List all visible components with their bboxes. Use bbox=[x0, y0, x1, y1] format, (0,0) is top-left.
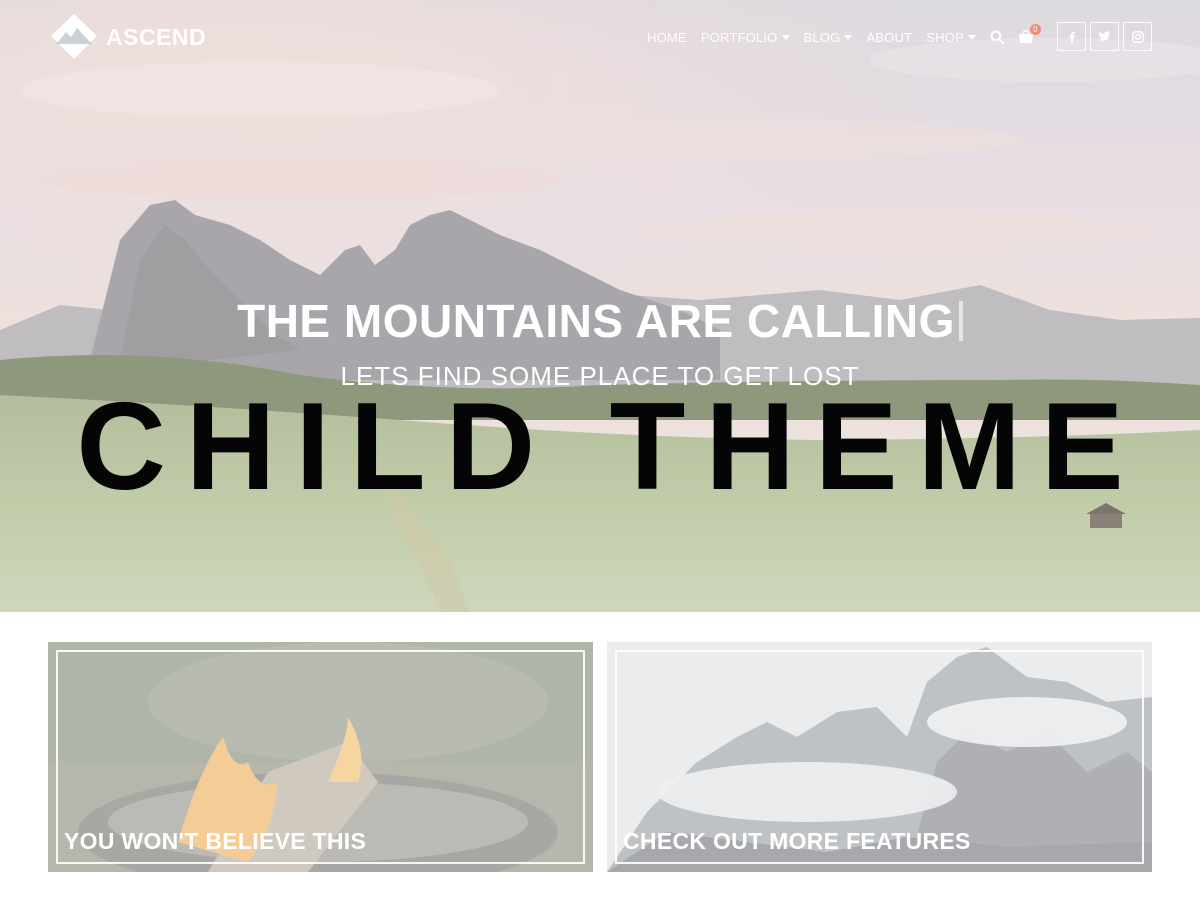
nav-item-label: SHOP bbox=[926, 29, 964, 45]
hero-title: THE MOUNTAINS ARE CALLING bbox=[0, 294, 1200, 348]
card-title: CHECK OUT MORE FEATURES bbox=[623, 828, 971, 854]
nav-item-label: ABOUT bbox=[866, 29, 913, 45]
feature-card-mountains[interactable]: CHECK OUT MORE FEATURES bbox=[607, 642, 1152, 872]
cart-button[interactable]: 0 bbox=[1018, 24, 1041, 44]
chevron-down-icon bbox=[781, 35, 790, 40]
instagram-icon bbox=[1131, 30, 1144, 43]
twitter-icon bbox=[1098, 31, 1111, 41]
brand-name: ASCEND bbox=[106, 23, 207, 50]
main-nav: HOME PORTFOLIO BLOG ABOUT SHOP 0 bbox=[640, 24, 1041, 48]
nav-item-home[interactable]: HOME bbox=[647, 30, 687, 45]
nav-item-label: BLOG bbox=[803, 29, 841, 45]
hero-title-text: THE MOUNTAINS ARE CALLING bbox=[237, 295, 955, 347]
feature-card-campfire[interactable]: YOU WON'T BELIEVE THIS bbox=[48, 642, 593, 872]
chevron-down-icon bbox=[844, 35, 853, 40]
chevron-down-icon bbox=[967, 35, 976, 40]
search-icon bbox=[990, 30, 1004, 44]
facebook-icon bbox=[1068, 31, 1075, 43]
nav-item-blog[interactable]: BLOG bbox=[804, 30, 853, 45]
typing-cursor bbox=[958, 301, 963, 341]
twitter-link[interactable] bbox=[1090, 22, 1119, 51]
nav-item-portfolio[interactable]: PORTFOLIO bbox=[701, 30, 790, 45]
hero-banner: ASCEND HOME PORTFOLIO BLOG ABOUT SHOP 0 … bbox=[0, 0, 1200, 612]
nav-item-label: PORTFOLIO bbox=[700, 29, 778, 45]
social-links bbox=[1057, 22, 1152, 51]
nav-item-about[interactable]: ABOUT bbox=[866, 30, 912, 45]
mountain-diamond-icon bbox=[51, 14, 97, 59]
facebook-link[interactable] bbox=[1057, 22, 1086, 51]
hero-big-text: CHILD THEME bbox=[76, 378, 1144, 516]
site-logo[interactable]: ASCEND bbox=[50, 14, 206, 60]
card-title: YOU WON'T BELIEVE THIS bbox=[64, 828, 367, 854]
cart-count-badge: 0 bbox=[1029, 24, 1041, 35]
search-button[interactable] bbox=[990, 30, 1004, 44]
nav-item-label: HOME bbox=[647, 29, 687, 45]
nav-item-shop[interactable]: SHOP bbox=[926, 30, 976, 45]
instagram-link[interactable] bbox=[1123, 22, 1152, 51]
